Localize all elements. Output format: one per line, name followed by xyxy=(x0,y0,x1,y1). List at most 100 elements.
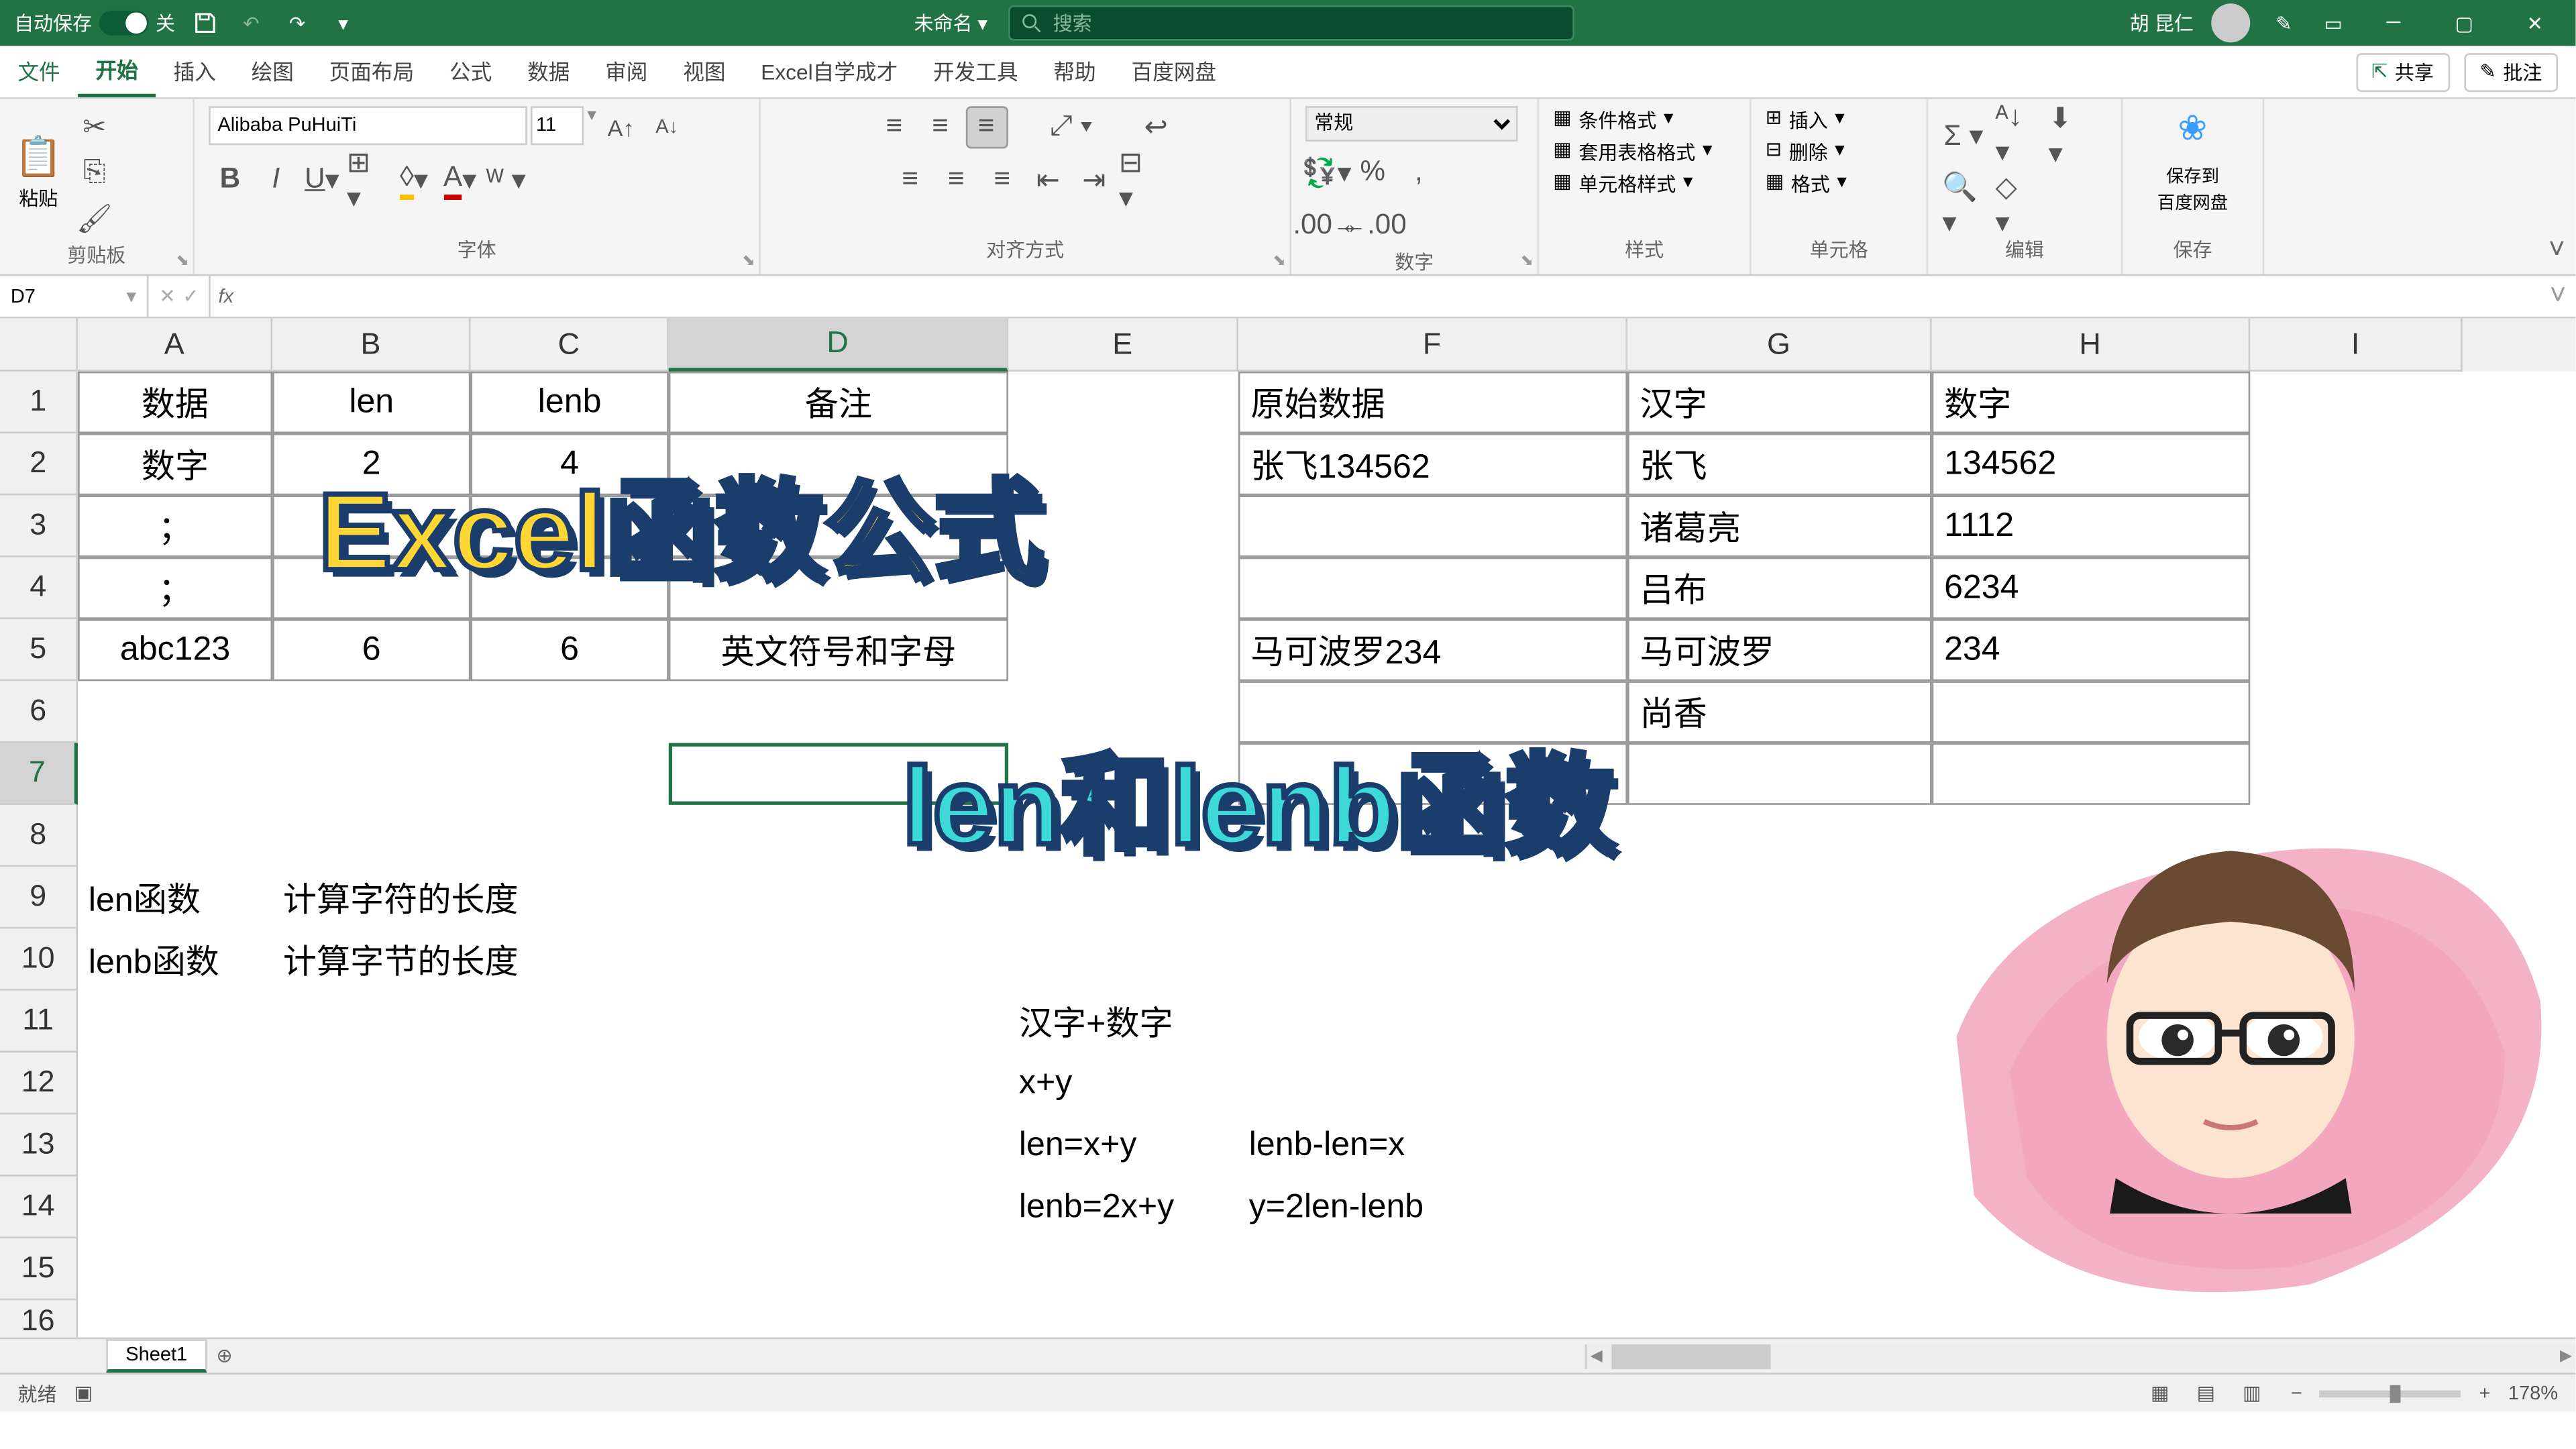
tab-review[interactable]: 审阅 xyxy=(588,46,665,97)
align-launcher-icon[interactable]: ⬊ xyxy=(1273,251,1286,270)
conditional-format-button[interactable]: ▦条件格式 ▾ xyxy=(1553,106,1673,134)
autosave-toggle[interactable]: 自动保存 关 xyxy=(14,9,175,37)
font-color-icon[interactable]: A ▾ xyxy=(439,159,481,201)
currency-icon[interactable]: 💱▾ xyxy=(1305,152,1348,195)
cell[interactable]: len=x+y xyxy=(1008,1114,1238,1176)
cell[interactable]: 马可波罗 xyxy=(1627,619,1932,681)
user-avatar-icon[interactable] xyxy=(2211,3,2250,42)
select-all-button[interactable] xyxy=(0,319,78,372)
cell[interactable]: lenb-len=x xyxy=(1238,1114,1627,1176)
row-header[interactable]: 11 xyxy=(0,991,78,1053)
cell[interactable]: 尚香 xyxy=(1627,681,1932,743)
user-name[interactable]: 胡 昆仁 xyxy=(2130,9,2194,37)
font-size-select[interactable] xyxy=(531,106,584,145)
cell[interactable]: 6234 xyxy=(1932,557,2251,619)
cell[interactable]: 6 xyxy=(470,619,668,681)
cell[interactable]: 诸葛亮 xyxy=(1627,495,1932,557)
cell[interactable] xyxy=(1238,495,1627,557)
align-bottom-icon[interactable]: ≡ xyxy=(965,106,1007,148)
underline-button[interactable]: U ▾ xyxy=(301,159,343,201)
percent-icon[interactable]: % xyxy=(1352,152,1394,195)
insert-cells-button[interactable]: ⊞插入 ▾ xyxy=(1766,106,1845,134)
comma-icon[interactable]: , xyxy=(1397,152,1440,195)
row-header[interactable]: 14 xyxy=(0,1177,78,1238)
row-header[interactable]: 1 xyxy=(0,372,78,433)
decrease-font-icon[interactable]: A↓ xyxy=(646,106,688,148)
document-title[interactable]: 未命名 ▾ xyxy=(914,9,987,37)
align-middle-icon[interactable]: ≡ xyxy=(919,106,961,148)
cell[interactable]: lenb=2x+y xyxy=(1008,1177,1238,1238)
confirm-formula-icon[interactable]: ✓ xyxy=(182,285,199,308)
page-break-view-icon[interactable]: ▥ xyxy=(2231,1372,2273,1414)
tab-data[interactable]: 数据 xyxy=(510,46,588,97)
ribbon-display-icon[interactable]: ▭ xyxy=(2317,7,2349,39)
page-layout-view-icon[interactable]: ▤ xyxy=(2185,1372,2227,1414)
font-name-select[interactable] xyxy=(209,106,527,145)
tab-page-layout[interactable]: 页面布局 xyxy=(311,46,431,97)
row-header[interactable]: 9 xyxy=(0,867,78,928)
number-launcher-icon[interactable]: ⬊ xyxy=(1520,251,1534,270)
qat-dropdown-icon[interactable]: ▾ xyxy=(327,7,359,39)
tab-draw[interactable]: 绘图 xyxy=(233,46,311,97)
column-header[interactable]: E xyxy=(1008,319,1238,372)
align-top-icon[interactable]: ≡ xyxy=(873,106,915,148)
cell[interactable] xyxy=(1932,681,2251,743)
cell[interactable]: 数字 xyxy=(1932,372,2251,433)
cell[interactable]: 数据 xyxy=(78,372,272,433)
orientation-icon[interactable]: ⤢ ▾ xyxy=(1050,106,1092,148)
cell[interactable]: 6 xyxy=(272,619,470,681)
format-cells-button[interactable]: ▦格式 ▾ xyxy=(1766,170,1847,198)
tab-excel-self[interactable]: Excel自学成才 xyxy=(743,46,916,97)
cancel-formula-icon[interactable]: ✕ xyxy=(159,285,175,308)
search-input[interactable]: 搜索 xyxy=(1009,5,1575,41)
horizontal-scrollbar[interactable]: ◀ ▶ xyxy=(1585,1344,2576,1368)
maximize-button[interactable]: ▢ xyxy=(2438,0,2491,46)
increase-indent-icon[interactable]: ⇥ xyxy=(1073,159,1115,201)
tab-baidu[interactable]: 百度网盘 xyxy=(1114,46,1234,97)
tab-home[interactable]: 开始 xyxy=(78,46,156,97)
tab-formulas[interactable]: 公式 xyxy=(432,46,510,97)
number-format-select[interactable]: 常规 xyxy=(1305,106,1517,142)
row-header[interactable]: 10 xyxy=(0,928,78,990)
row-header[interactable]: 16 xyxy=(0,1300,78,1337)
zoom-slider[interactable] xyxy=(2320,1389,2461,1397)
cut-icon[interactable]: ✂ xyxy=(73,106,115,148)
share-button[interactable]: ⇱共享 xyxy=(2355,52,2449,91)
cell[interactable]: 张飞 xyxy=(1627,433,1932,495)
cell[interactable]: 134562 xyxy=(1932,433,2251,495)
sort-filter-icon[interactable]: ᴬ↓ ▾ xyxy=(1996,115,2038,157)
cell[interactable]: ； xyxy=(78,557,272,619)
column-header[interactable]: H xyxy=(1932,319,2251,372)
formula-input[interactable] xyxy=(241,276,2540,317)
cell[interactable]: 备注 xyxy=(669,372,1008,433)
cell[interactable]: len xyxy=(272,372,470,433)
cell[interactable]: y=2len-lenb xyxy=(1238,1177,1627,1238)
decrease-decimal-icon[interactable]: ←.00 xyxy=(1352,205,1394,248)
zoom-out-button[interactable]: − xyxy=(2291,1383,2302,1404)
row-header[interactable]: 5 xyxy=(0,619,78,681)
row-header[interactable]: 8 xyxy=(0,805,78,867)
column-header[interactable]: F xyxy=(1238,319,1627,372)
copy-icon[interactable]: ⎘ xyxy=(73,152,115,195)
sheet-tab-1[interactable]: Sheet1 xyxy=(106,1339,207,1373)
row-header[interactable]: 4 xyxy=(0,557,78,619)
column-header[interactable]: A xyxy=(78,319,272,372)
row-header[interactable]: 6 xyxy=(0,681,78,743)
merge-cells-icon[interactable]: ⊟ ▾ xyxy=(1119,159,1161,201)
row-header[interactable]: 12 xyxy=(0,1053,78,1114)
decrease-indent-icon[interactable]: ⇤ xyxy=(1027,159,1069,201)
cell[interactable]: len函数 xyxy=(78,867,272,928)
name-box[interactable]: D7 ▾ xyxy=(0,276,149,317)
baidu-save-icon[interactable]: ❀ xyxy=(2178,106,2207,150)
wrap-text-icon[interactable]: ↩ xyxy=(1135,106,1177,148)
column-header[interactable]: I xyxy=(2250,319,2462,372)
row-header[interactable]: 15 xyxy=(0,1238,78,1300)
zoom-in-button[interactable]: + xyxy=(2479,1383,2491,1404)
tab-help[interactable]: 帮助 xyxy=(1036,46,1114,97)
zoom-level[interactable]: 178% xyxy=(2508,1383,2558,1404)
column-header[interactable]: D xyxy=(669,319,1008,372)
align-left-icon[interactable]: ≡ xyxy=(889,159,931,201)
cell[interactable]: 原始数据 xyxy=(1238,372,1627,433)
row-header[interactable]: 7 xyxy=(0,743,78,805)
cell-style-button[interactable]: ▦单元格样式 ▾ xyxy=(1553,170,1693,198)
